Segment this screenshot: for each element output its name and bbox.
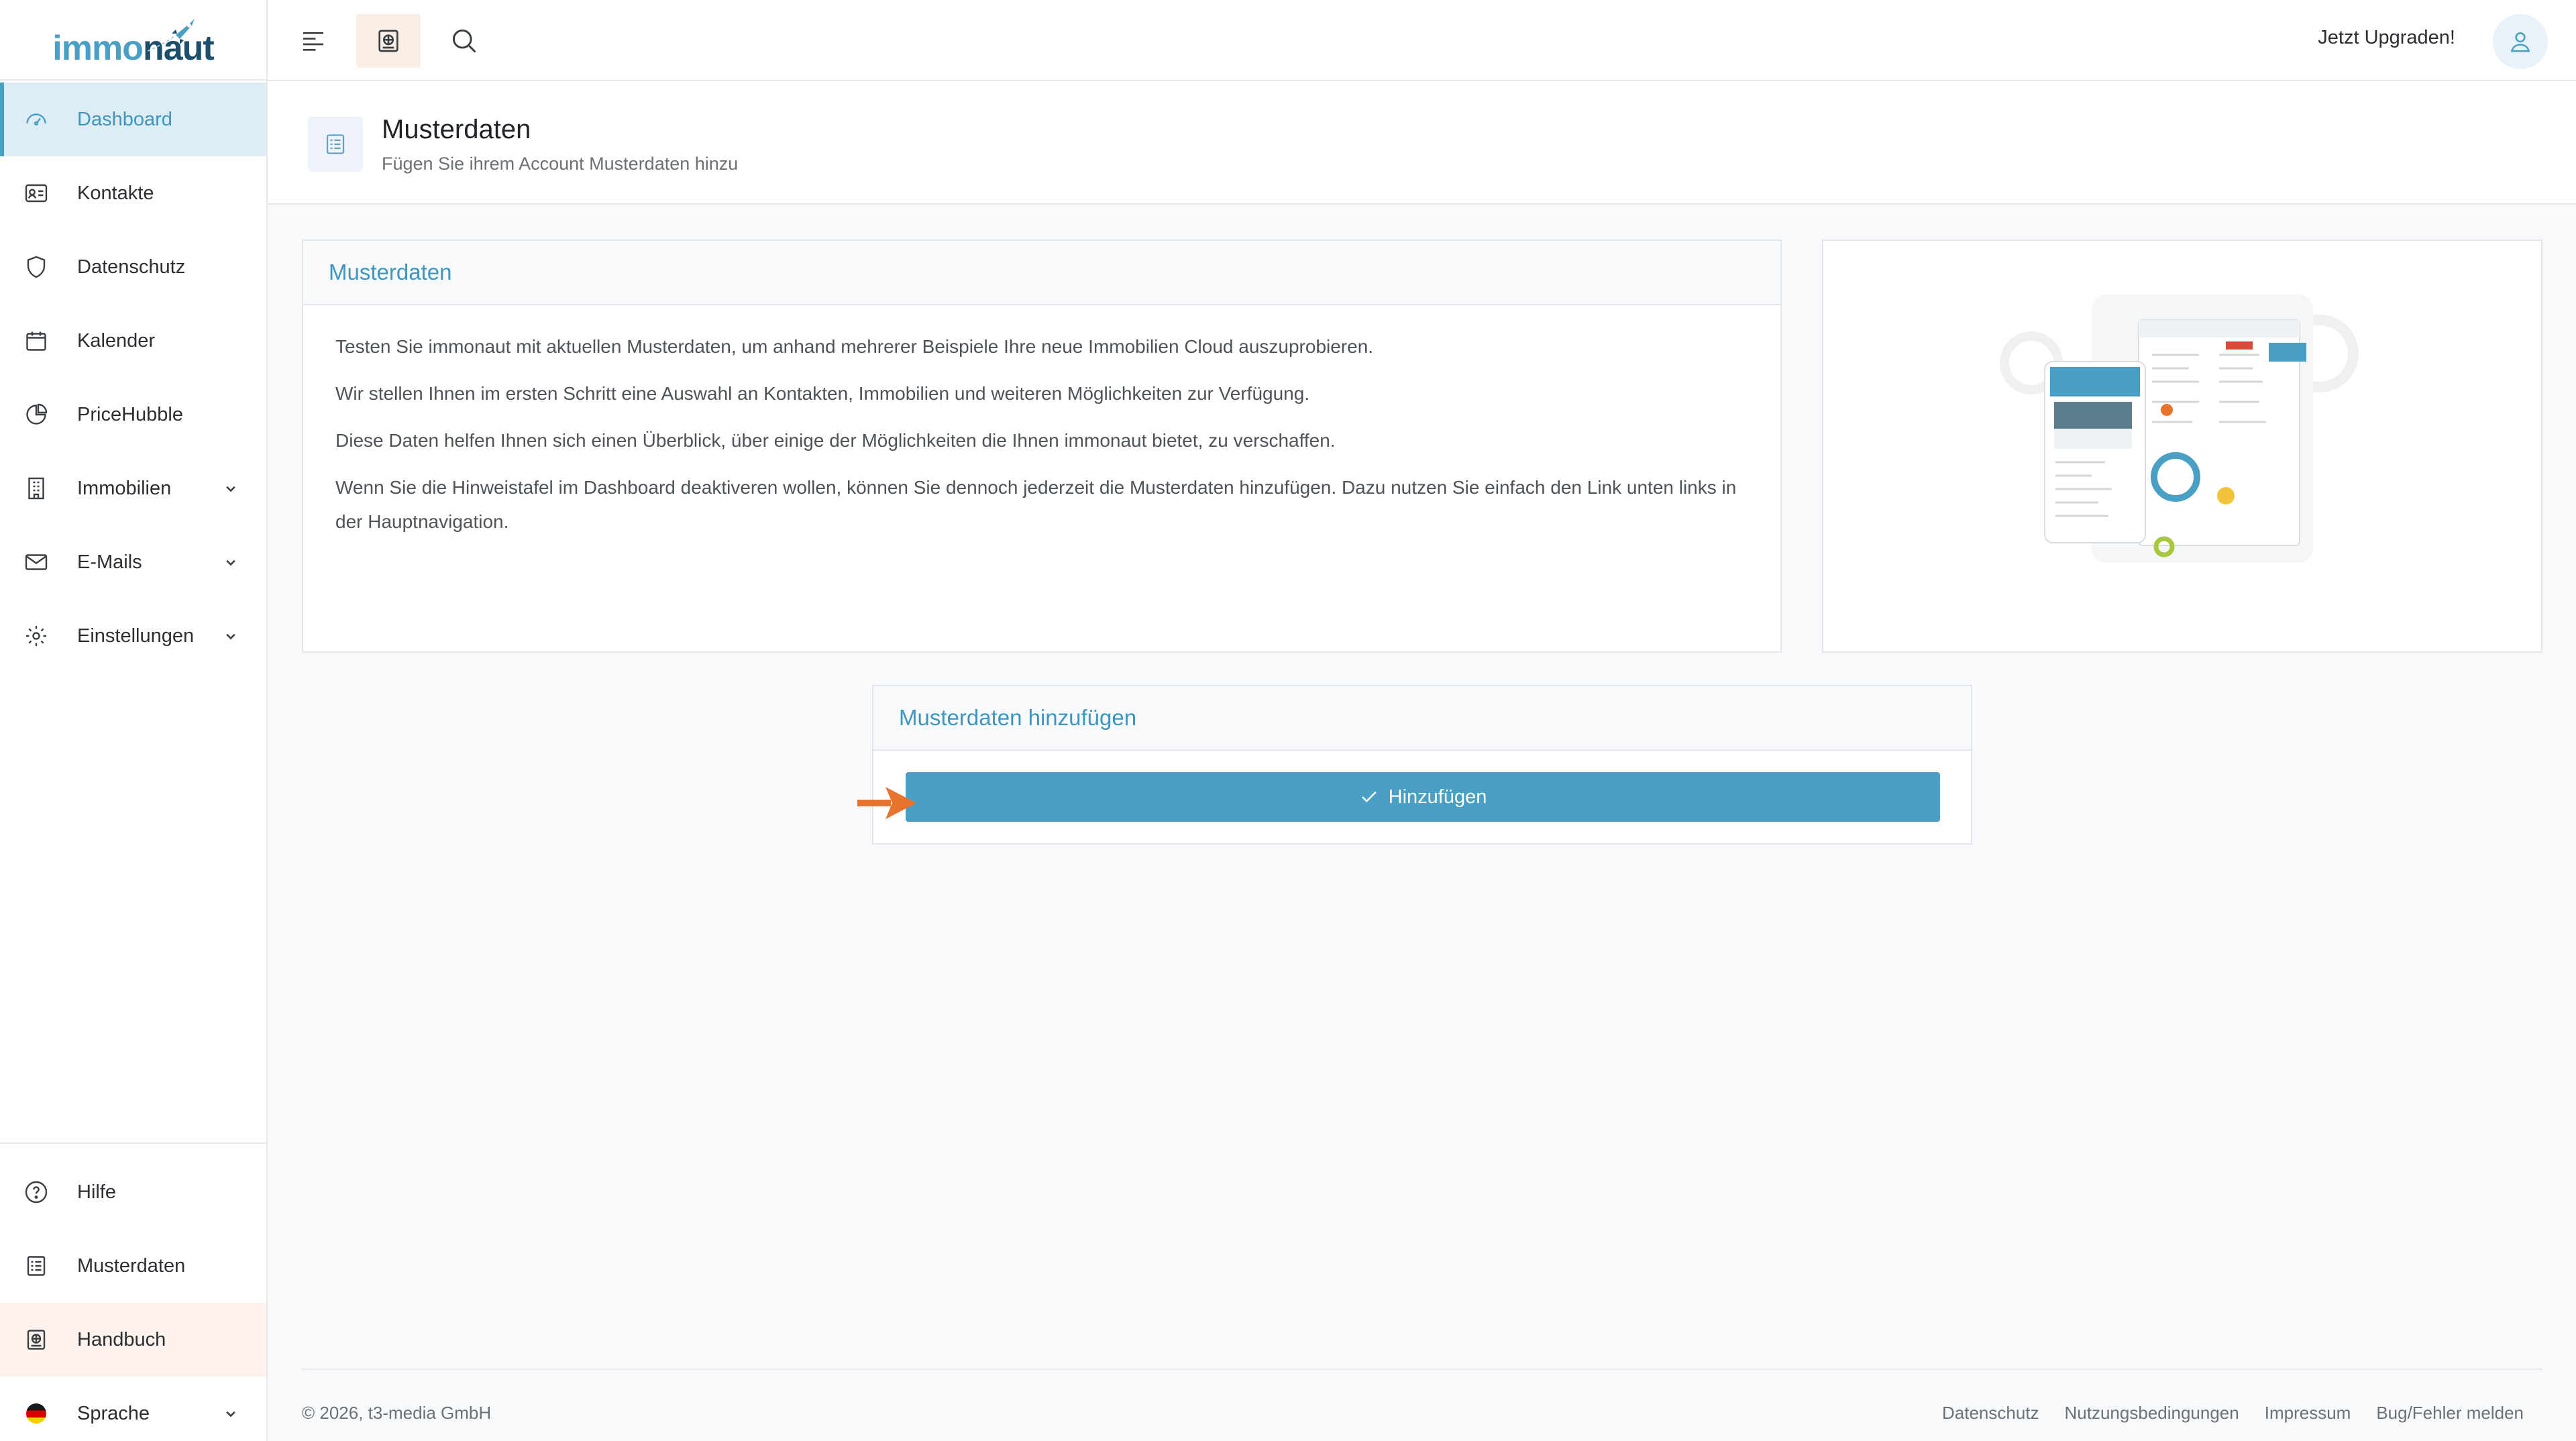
topbar: Jetzt Upgraden! — [268, 0, 2576, 81]
info-card-title: Musterdaten — [303, 241, 1780, 305]
list-icon — [326, 134, 345, 154]
sidebar-item-handbuch[interactable]: Handbuch — [0, 1303, 266, 1377]
chevron-down-icon — [226, 633, 235, 640]
info-card-body: Testen Sie immonaut mit aktuellen Muster… — [303, 305, 1780, 576]
sidebar: immonaut Dashboard Kontakte Datenschutz … — [0, 0, 268, 1441]
sidebar-item-label: Datenschutz — [77, 256, 186, 278]
logo[interactable]: immonaut — [0, 0, 266, 81]
illustration-card — [1822, 239, 2542, 653]
sidebar-item-label: Kontakte — [77, 182, 154, 204]
sidebar-item-label: Musterdaten — [77, 1255, 186, 1277]
sidebar-item-hilfe[interactable]: Hilfe — [0, 1155, 266, 1229]
sidebar-item-emails[interactable]: E-Mails — [0, 525, 266, 599]
sidebar-item-datenschutz[interactable]: Datenschutz — [0, 230, 266, 304]
menu-icon — [303, 32, 323, 51]
sidebar-item-pricehubble[interactable]: PriceHubble — [0, 378, 266, 451]
chevron-down-icon — [226, 486, 235, 492]
add-sample-data-card: Musterdaten hinzufügen Hinzufügen — [872, 685, 1972, 845]
german-flag-icon — [26, 1403, 46, 1424]
info-paragraph: Testen Sie immonaut mit aktuellen Muster… — [335, 336, 1374, 357]
page-icon — [308, 117, 363, 172]
add-sample-data-button[interactable]: Hinzufügen — [906, 772, 1940, 822]
footer-link-datenschutz[interactable]: Datenschutz — [1942, 1403, 2039, 1424]
rocket-icon — [147, 19, 195, 52]
user-icon — [2510, 32, 2530, 52]
mail-icon — [25, 554, 48, 570]
page-subtitle: Fügen Sie ihrem Account Musterdaten hinz… — [382, 154, 739, 174]
sidebar-item-label: PriceHubble — [77, 403, 183, 425]
contact-card-icon — [25, 184, 48, 203]
info-paragraph: Wenn Sie die Hinweistafel im Dashboard d… — [335, 477, 1737, 532]
help-icon — [25, 1181, 48, 1204]
chevron-down-icon — [226, 1411, 235, 1418]
user-avatar[interactable] — [2493, 14, 2548, 69]
sidebar-item-musterdaten[interactable]: Musterdaten — [0, 1229, 266, 1303]
footer-links: Datenschutz Nutzungsbedingungen Impressu… — [1942, 1403, 2524, 1424]
sidebar-item-label: Einstellungen — [77, 625, 195, 647]
add-button-label: Hinzufügen — [1388, 786, 1487, 808]
info-card: Musterdaten Testen Sie immonaut mit aktu… — [302, 239, 1782, 653]
sidebar-item-dashboard[interactable]: Dashboard — [0, 83, 266, 156]
menu-toggle-button[interactable] — [281, 14, 345, 68]
footer-link-nutzungsbedingungen[interactable]: Nutzungsbedingungen — [2065, 1403, 2239, 1424]
sidebar-item-sprache[interactable]: Sprache — [0, 1377, 266, 1441]
sidebar-item-label: E-Mails — [77, 551, 142, 573]
sidebar-item-label: Kalender — [77, 329, 156, 352]
sidebar-item-label: Hilfe — [77, 1181, 117, 1203]
sidebar-item-immobilien[interactable]: Immobilien — [0, 451, 266, 525]
sidebar-item-einstellungen[interactable]: Einstellungen — [0, 599, 266, 673]
calendar-icon — [26, 331, 46, 351]
page-header: Musterdaten Fügen Sie ihrem Account Must… — [268, 81, 2576, 205]
footer-link-impressum[interactable]: Impressum — [2265, 1403, 2351, 1424]
book-icon — [378, 30, 398, 52]
upgrade-link[interactable]: Jetzt Upgraden! — [2318, 27, 2455, 49]
add-card-title: Musterdaten hinzufügen — [873, 686, 1971, 751]
copyright: © 2026, t3-media GmbH — [302, 1403, 492, 1423]
page-title: Musterdaten — [382, 115, 531, 144]
info-paragraph: Diese Daten helfen Ihnen sich einen Über… — [335, 430, 1336, 451]
sidebar-item-label: Immobilien — [77, 477, 172, 499]
manual-button[interactable] — [356, 14, 421, 68]
footer-link-bug-report[interactable]: Bug/Fehler melden — [2376, 1403, 2524, 1424]
sidebar-item-kalender[interactable]: Kalender — [0, 304, 266, 378]
sidebar-divider — [0, 1142, 266, 1144]
pointer-arrow-icon — [857, 787, 916, 819]
app-root: immonaut Dashboard Kontakte Datenschutz … — [0, 0, 2576, 1441]
search-button[interactable] — [432, 14, 496, 68]
sidebar-item-label: Handbuch — [77, 1328, 166, 1350]
check-icon — [1361, 791, 1377, 803]
info-paragraph: Wir stellen Ihnen im ersten Schritt eine… — [335, 383, 1310, 404]
sidebar-item-kontakte[interactable]: Kontakte — [0, 156, 266, 230]
building-icon — [28, 477, 44, 500]
sidebar-item-label: Dashboard — [77, 108, 172, 130]
list-icon — [27, 1256, 46, 1276]
search-icon — [452, 29, 476, 53]
chevron-down-icon — [226, 559, 235, 566]
pie-chart-icon — [26, 403, 48, 425]
shield-icon — [27, 256, 46, 278]
gear-icon — [26, 626, 46, 646]
book-icon — [27, 1330, 46, 1350]
dashboard-icon — [26, 113, 46, 126]
footer-divider — [302, 1369, 2542, 1370]
app-preview-illustration — [2000, 295, 2359, 563]
sidebar-item-label: Sprache — [77, 1402, 150, 1424]
logo-part-immo: immo — [52, 29, 144, 68]
